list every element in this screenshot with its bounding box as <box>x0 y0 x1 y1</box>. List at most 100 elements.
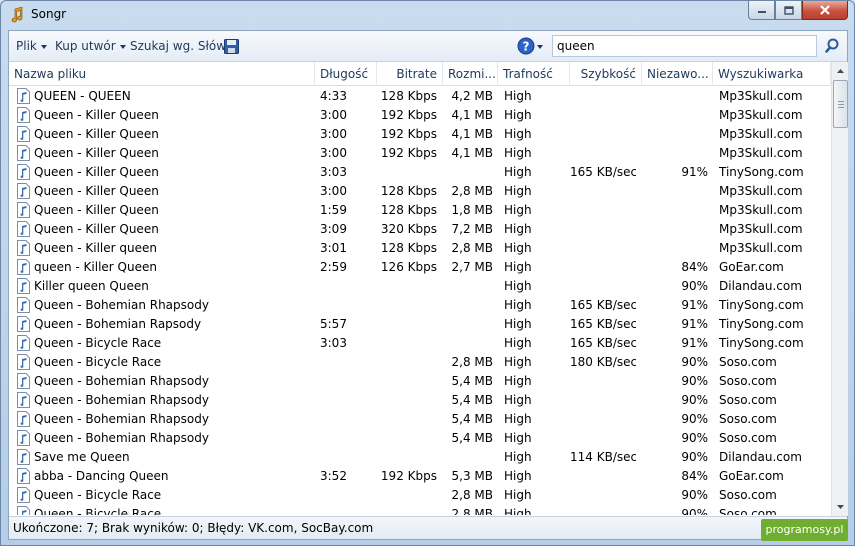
close-button[interactable] <box>802 1 848 20</box>
cell-reliability <box>642 239 708 258</box>
cell-relevance: High <box>504 317 532 331</box>
menu-file[interactable]: Plik <box>16 39 47 53</box>
cell-filename: queen - Killer Queen <box>34 260 157 274</box>
cell-size: 2,8 MB <box>451 184 493 198</box>
cell-reliability <box>642 144 708 163</box>
table-row[interactable]: Queen - Bohemian Rhapsody 5,4 MB High 90% So… <box>9 391 831 410</box>
table-row[interactable]: Queen - Bicycle Race 2,8 MB High 180 KB/sec… <box>9 353 831 372</box>
cell-filename: Queen - Bicycle Race <box>34 507 162 515</box>
cell-size: 4,1 MB <box>451 146 493 160</box>
cell-relevance: High <box>504 241 532 255</box>
cell-filename: QUEEN - QUEEN <box>34 89 131 103</box>
minimize-button[interactable] <box>748 1 775 20</box>
column-header-search-engine[interactable]: Wyszukiwarka <box>713 62 831 86</box>
column-header-bitrate[interactable]: Bitrate <box>377 62 443 86</box>
cell-length <box>320 448 375 467</box>
cell-bitrate <box>377 334 437 353</box>
table-row[interactable]: Queen - Bohemian Rhapsody 5,4 MB High 90% So… <box>9 429 831 448</box>
cell-size: 2,8 MB <box>451 355 493 369</box>
column-header-filename[interactable]: Nazwa pliku <box>9 62 315 86</box>
cell-size: 2,8 MB <box>451 507 493 515</box>
scroll-thumb[interactable] <box>833 80 848 128</box>
cell-relevance: High <box>504 222 532 236</box>
cell-bitrate <box>377 486 437 505</box>
table-row[interactable]: Queen - Killer queen 3:01 128 Kbps 2,8 MB Hi… <box>9 239 831 258</box>
cell-relevance: High <box>504 127 532 141</box>
cell-speed <box>570 277 636 296</box>
vertical-scrollbar[interactable] <box>831 62 848 516</box>
cell-speed <box>570 106 636 125</box>
table-row[interactable]: Queen - Killer Queen 3:00 128 Kbps 2,8 MB Hi… <box>9 182 831 201</box>
cell-filename: Queen - Killer Queen <box>34 203 159 217</box>
cell-reliability <box>642 182 708 201</box>
table-row[interactable]: Queen - Bohemian Rhapsody 5,4 MB High 90% So… <box>9 372 831 391</box>
save-icon[interactable] <box>224 39 239 54</box>
column-header-size[interactable]: Rozmi... <box>443 62 498 86</box>
column-header-reliability[interactable]: Niezawo... <box>642 62 713 86</box>
cell-length: 3:00 <box>320 146 347 160</box>
cell-search-engine: GoEar.com <box>719 469 784 483</box>
table-row[interactable]: Queen - Killer Queen 3:00 192 Kbps 4,1 MB Hi… <box>9 144 831 163</box>
cell-relevance: High <box>504 336 532 350</box>
audio-file-icon <box>17 240 30 256</box>
table-row[interactable]: Queen - Killer Queen 1:59 128 Kbps 1,8 MB Hi… <box>9 201 831 220</box>
find-by-lyrics-button[interactable]: Szukaj wg. Słów <box>130 39 226 53</box>
table-row[interactable]: Queen - Killer Queen 3:03 High 165 KB/sec 91… <box>9 163 831 182</box>
table-row[interactable]: queen - Killer Queen 2:59 126 Kbps 2,7 MB Hi… <box>9 258 831 277</box>
cell-length: 3:09 <box>320 222 347 236</box>
column-header-speed[interactable]: Szybkość <box>570 62 642 86</box>
cell-relevance: High <box>504 108 532 122</box>
cell-length <box>320 486 375 505</box>
audio-file-icon <box>17 487 30 503</box>
menu-buy-track[interactable]: Kup utwór <box>55 39 126 53</box>
chevron-down-icon <box>40 44 47 49</box>
cell-speed <box>570 201 636 220</box>
cell-filename: Queen - Killer Queen <box>34 108 159 122</box>
maximize-button[interactable] <box>775 1 802 20</box>
cell-filename: Queen - Killer Queen <box>34 165 159 179</box>
grip-line <box>838 107 844 108</box>
table-row[interactable]: Queen - Bohemian Rhapsody 5,4 MB High 90% So… <box>9 410 831 429</box>
column-header-length[interactable]: Długość <box>315 62 377 86</box>
table-row[interactable]: Queen - Bicycle Race 2,8 MB High 90% Soso.co… <box>9 505 831 515</box>
cell-speed <box>570 87 636 106</box>
grip-line <box>838 101 844 102</box>
cell-filename: Queen - Bohemian Rhapsody <box>34 393 209 407</box>
table-row[interactable]: Killer queen Queen High 90% Dilandau.com <box>9 277 831 296</box>
scroll-down-button[interactable] <box>833 499 848 515</box>
cell-relevance: High <box>504 355 532 369</box>
cell-size: 5,4 MB <box>451 431 493 445</box>
audio-file-icon <box>17 259 30 275</box>
search-input[interactable] <box>552 35 817 57</box>
table-row[interactable]: QUEEN - QUEEN 4:33 128 Kbps 4,2 MB High Mp3Sk… <box>9 87 831 106</box>
table-row[interactable]: Queen - Bicycle Race 2,8 MB High 90% Soso.co… <box>9 486 831 505</box>
status-text: Ukończone: 7; Brak wyników: 0; Błędy: VK… <box>13 521 374 535</box>
help-chevron-down-icon[interactable] <box>537 45 543 49</box>
cell-speed: 165 KB/sec <box>570 336 636 350</box>
cell-filename: Queen - Bohemian Rhapsody <box>34 298 209 312</box>
table-row[interactable]: Queen - Killer Queen 3:09 320 Kbps 7,2 MB Hi… <box>9 220 831 239</box>
help-icon[interactable]: ? <box>517 37 535 55</box>
title-bar[interactable]: Songr <box>1 1 854 29</box>
table-row[interactable]: Queen - Bicycle Race 3:03 High 165 KB/sec 91… <box>9 334 831 353</box>
window-controls <box>748 1 848 21</box>
cell-search-engine: TinySong.com <box>719 165 804 179</box>
cell-bitrate <box>377 163 437 182</box>
cell-reliability: 90% <box>681 374 708 388</box>
cell-size: 2,7 MB <box>451 260 493 274</box>
cell-speed <box>570 239 636 258</box>
window-title: Songr <box>31 7 67 21</box>
table-row[interactable]: Queen - Killer Queen 3:00 192 Kbps 4,1 MB Hi… <box>9 125 831 144</box>
table-row[interactable]: Queen - Killer Queen 3:00 192 Kbps 4,1 MB Hi… <box>9 106 831 125</box>
table-row[interactable]: Save me Queen High 114 KB/sec 90% Dilandau.c… <box>9 448 831 467</box>
cell-filename: Queen - Bohemian Rhapsody <box>34 412 209 426</box>
search-icon[interactable] <box>825 37 843 55</box>
table-row[interactable]: abba - Dancing Queen 3:52 192 Kbps 5,3 MB Hi… <box>9 467 831 486</box>
cell-reliability: 91% <box>681 317 708 331</box>
cell-speed <box>570 467 636 486</box>
table-row[interactable]: Queen - Bohemian Rapsody 5:57 High 165 KB/s… <box>9 315 831 334</box>
scroll-up-button[interactable] <box>833 63 848 79</box>
table-row[interactable]: Queen - Bohemian Rhapsody High 165 KB/sec 9… <box>9 296 831 315</box>
column-header-relevance[interactable]: Trafność <box>498 62 570 86</box>
cell-relevance: High <box>504 146 532 160</box>
